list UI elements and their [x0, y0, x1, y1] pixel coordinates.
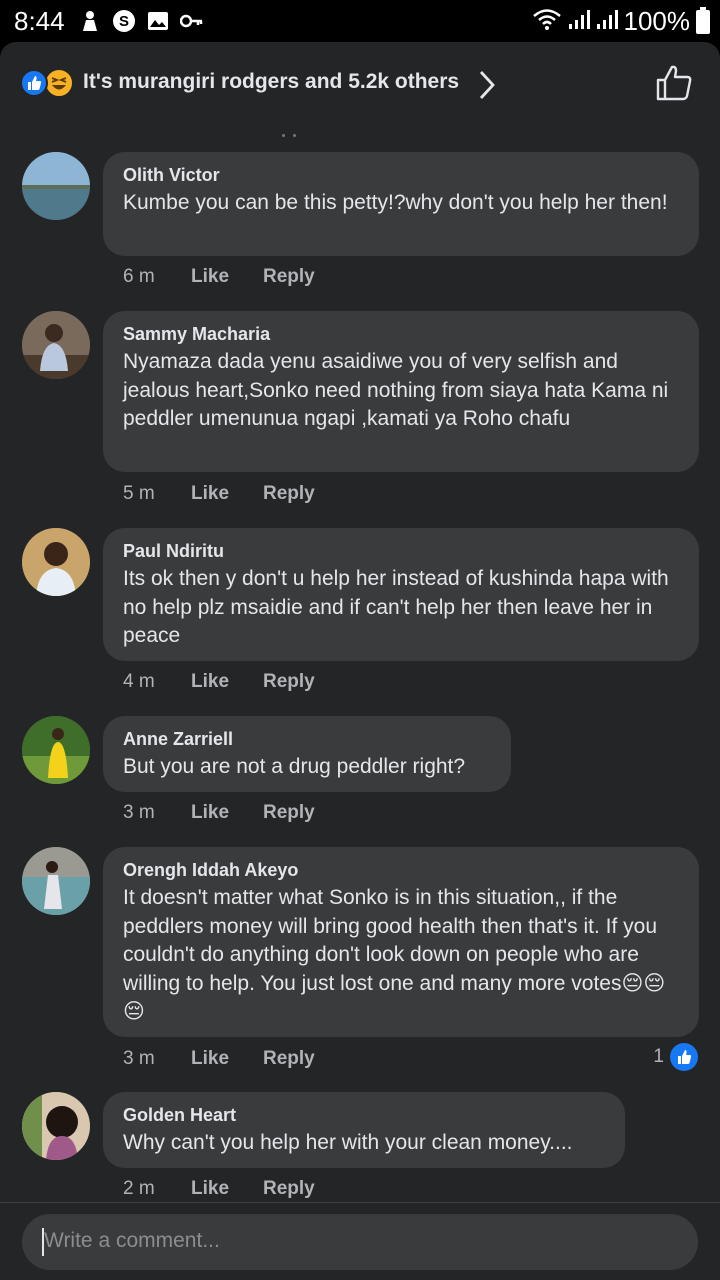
reply-button[interactable]: Reply	[263, 1178, 315, 1200]
reply-button[interactable]: Reply	[263, 1048, 315, 1070]
comment-like-count[interactable]: 1	[653, 1043, 698, 1071]
status-right: 100%	[532, 6, 710, 37]
like-button[interactable]: Like	[191, 1048, 263, 1070]
svg-text:S: S	[119, 13, 129, 30]
comment-bubble[interactable]: Olith Victor Kumbe you can be this petty…	[103, 152, 699, 256]
comment-actions: 5 m Like Reply	[123, 483, 315, 505]
chevron-right-icon[interactable]	[478, 70, 496, 105]
comment-actions: 2 m Like Reply	[123, 1178, 315, 1200]
reaction-summary-bar[interactable]: It's murangiri rodgers and 5.2k others	[0, 42, 720, 126]
signal-icon	[596, 6, 618, 37]
s-badge-icon: S	[112, 9, 136, 33]
signal-icon	[568, 6, 590, 37]
like-count-value: 1	[653, 1046, 664, 1067]
comment-time: 6 m	[123, 266, 155, 287]
comment-text: But you are not a drug peddler right?	[123, 755, 466, 778]
comment-composer: Write a comment...	[0, 1202, 720, 1280]
comment-bubble[interactable]: Orengh Iddah Akeyo It doesn't matter wha…	[103, 847, 699, 1037]
comment-time: 4 m	[123, 671, 155, 692]
like-button[interactable]: Like	[191, 802, 263, 824]
avatar[interactable]	[22, 528, 90, 596]
comment-actions: 6 m Like Reply	[123, 266, 315, 288]
person-icon	[78, 9, 102, 33]
comment-bubble[interactable]: Paul Ndiritu Its ok then y don't u help …	[103, 528, 699, 661]
comment-text: Kumbe you can be this petty!?why don't y…	[123, 191, 668, 214]
comment-text: Nyamaza dada yenu asaidiwe you of very s…	[123, 350, 669, 430]
like-reaction-icon	[670, 1043, 698, 1071]
comment-bubble[interactable]: Golden Heart Why can't you help her with…	[103, 1092, 625, 1168]
comment-time: 3 m	[123, 1048, 155, 1069]
avatar[interactable]	[22, 716, 90, 784]
comment-bubble[interactable]: Sammy Macharia Nyamaza dada yenu asaidiw…	[103, 311, 699, 472]
wifi-icon	[532, 6, 562, 37]
like-reaction-icon	[20, 69, 48, 97]
comment-bubble[interactable]: Anne Zarriell But you are not a drug ped…	[103, 716, 511, 792]
reply-button[interactable]: Reply	[263, 671, 315, 693]
commenter-name[interactable]: Orengh Iddah Akeyo	[123, 859, 679, 881]
avatar[interactable]	[22, 847, 90, 915]
commenter-name[interactable]: Golden Heart	[123, 1104, 605, 1126]
comment-time: 3 m	[123, 802, 155, 823]
comment-text: Why can't you help her with your clean m…	[123, 1131, 573, 1154]
comments-list: Olith Victor Kumbe you can be this petty…	[0, 126, 720, 1202]
like-post-button[interactable]	[655, 64, 693, 107]
avatar[interactable]	[22, 311, 90, 379]
avatar[interactable]	[22, 1092, 90, 1160]
commenter-name[interactable]: Anne Zarriell	[123, 728, 491, 750]
reply-button[interactable]: Reply	[263, 802, 315, 824]
commenter-name[interactable]: Paul Ndiritu	[123, 540, 679, 562]
status-left-icons: S	[78, 9, 204, 33]
comment-actions: 3 m Like Reply	[123, 1048, 315, 1070]
commenter-name[interactable]: Sammy Macharia	[123, 323, 679, 345]
comments-sheet: It's murangiri rodgers and 5.2k others O…	[0, 42, 720, 1280]
comment-actions: 3 m Like Reply	[123, 802, 315, 824]
battery-icon	[696, 6, 710, 34]
reply-button[interactable]: Reply	[263, 266, 315, 288]
comment-text: Its ok then y don't u help her instead o…	[123, 567, 669, 647]
like-button[interactable]: Like	[191, 671, 263, 693]
status-time: 8:44	[14, 6, 65, 36]
comment-input[interactable]: Write a comment...	[22, 1214, 698, 1270]
comment-time: 5 m	[123, 483, 155, 504]
comment-actions: 4 m Like Reply	[123, 671, 315, 693]
reactors-summary: It's murangiri rodgers and 5.2k others	[83, 70, 460, 93]
avatar[interactable]	[22, 152, 90, 220]
commenter-name[interactable]: Olith Victor	[123, 164, 679, 186]
thumbs-up-outline-icon	[656, 65, 692, 101]
previous-comment-remnant	[282, 126, 312, 137]
haha-reaction-icon	[44, 68, 74, 98]
image-icon	[146, 9, 170, 33]
like-button[interactable]: Like	[191, 483, 263, 505]
battery-percent: 100%	[623, 6, 691, 36]
comment-text: It doesn't matter what Sonko is in this …	[123, 886, 666, 1023]
like-button[interactable]: Like	[191, 1178, 263, 1200]
key-icon	[180, 9, 204, 33]
status-bar: 8:44 S 100%	[0, 0, 720, 42]
comment-time: 2 m	[123, 1178, 155, 1199]
comment-input-placeholder: Write a comment...	[44, 1229, 220, 1252]
like-button[interactable]: Like	[191, 266, 263, 288]
reply-button[interactable]: Reply	[263, 483, 315, 505]
